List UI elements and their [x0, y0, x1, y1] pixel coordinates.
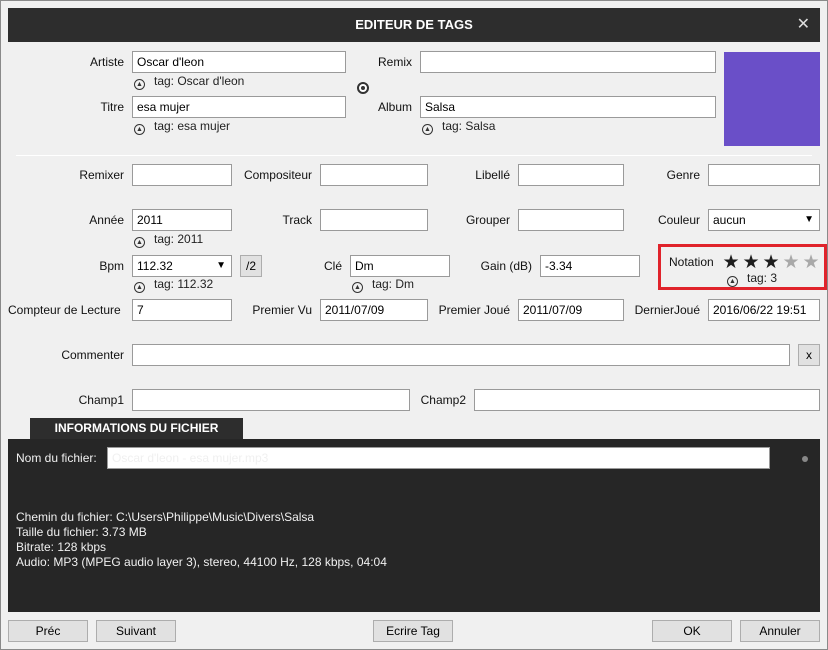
rating-label: Notation — [669, 255, 714, 269]
playcount-label: Compteur de Lecture — [8, 303, 121, 317]
up-arrow-circle-icon[interactable]: ▲ — [134, 124, 145, 135]
tab-file-info[interactable]: INFORMATIONS DU FICHIER — [30, 418, 243, 439]
bpm-select-value: 112.32 — [137, 259, 173, 273]
label-label: Libellé — [475, 168, 510, 182]
bpm-label: Bpm — [99, 259, 124, 273]
field2-label: Champ2 — [420, 393, 466, 407]
option-dot-icon[interactable] — [802, 456, 808, 462]
field2-input[interactable] — [474, 389, 820, 411]
key-tag[interactable]: ▲ tag: Dm — [352, 277, 414, 293]
cancel-button[interactable]: Annuler — [740, 620, 820, 642]
window-title: EDITEUR DE TAGS — [355, 17, 473, 32]
title-tag-text: tag: esa mujer — [154, 119, 231, 133]
remixer-input[interactable] — [132, 164, 232, 186]
up-arrow-circle-icon[interactable]: ▲ — [134, 79, 145, 90]
playcount-input[interactable]: 7 — [132, 299, 232, 321]
up-arrow-circle-icon[interactable]: ▲ — [727, 276, 738, 287]
bpm-tag[interactable]: ▲ tag: 112.32 — [134, 277, 213, 293]
comment-label: Commenter — [61, 348, 124, 362]
field1-input[interactable] — [132, 389, 410, 411]
up-arrow-circle-icon[interactable]: ▲ — [422, 124, 433, 135]
remixer-label: Remixer — [79, 168, 124, 182]
artist-input[interactable]: Oscar d'leon — [132, 51, 346, 73]
rating-stars[interactable]: ★ ★ ★ ★ ★ — [721, 253, 825, 273]
album-tag[interactable]: ▲ tag: Salsa — [422, 119, 495, 135]
color-label: Couleur — [657, 213, 700, 227]
key-input[interactable]: Dm — [350, 255, 450, 277]
label-input[interactable] — [518, 164, 624, 186]
title-input[interactable]: esa mujer — [132, 96, 346, 118]
year-tag[interactable]: ▲ tag: 2011 — [134, 232, 203, 248]
file-audio: Audio: MP3 (MPEG audio layer 3), stereo,… — [16, 555, 387, 569]
next-button[interactable]: Suivant — [96, 620, 176, 642]
remix-label: Remix — [377, 55, 412, 69]
lastplayed-label: DernierJoué — [634, 303, 700, 317]
swap-radio-icon[interactable] — [357, 82, 369, 94]
rating-tag[interactable]: ▲ tag: 3 — [727, 271, 777, 287]
up-arrow-circle-icon[interactable]: ▲ — [352, 282, 363, 293]
comment-input[interactable] — [132, 344, 790, 366]
filename-label: Nom du fichier: — [16, 451, 97, 465]
album-tag-text: tag: Salsa — [442, 119, 496, 133]
field1-label: Champ1 — [78, 393, 124, 407]
title-tag[interactable]: ▲ tag: esa mujer — [134, 119, 230, 135]
star-filled-icon[interactable]: ★ — [721, 253, 741, 272]
firstplayed-input[interactable]: 2011/07/09 — [518, 299, 624, 321]
bpm-select[interactable]: 112.32 ▼ — [132, 255, 232, 277]
file-path: Chemin du fichier: C:\Users\Philippe\Mus… — [16, 510, 315, 524]
star-filled-icon[interactable]: ★ — [741, 253, 761, 272]
close-icon[interactable]: ✕ — [797, 8, 810, 42]
file-info-panel: Nom du fichier: Oscar d'leon - esa mujer… — [8, 439, 820, 612]
album-input[interactable]: Salsa — [420, 96, 716, 118]
file-size: Taille du fichier: 3.73 MB — [16, 525, 147, 539]
prev-button[interactable]: Préc — [8, 620, 88, 642]
genre-label: Genre — [666, 168, 700, 182]
title-label: Titre — [100, 100, 124, 114]
year-input[interactable]: 2011 — [132, 209, 232, 231]
firstseen-label: Premier Vu — [252, 303, 312, 317]
composer-input[interactable] — [320, 164, 428, 186]
album-label: Album — [377, 100, 412, 114]
write-tag-button[interactable]: Ecrire Tag — [373, 620, 453, 642]
remix-input[interactable] — [420, 51, 716, 73]
up-arrow-circle-icon[interactable]: ▲ — [134, 237, 145, 248]
file-bitrate: Bitrate: 128 kbps — [16, 540, 107, 554]
gain-input[interactable]: -3.34 — [540, 255, 640, 277]
chevron-down-icon: ▼ — [804, 214, 814, 225]
rating-tag-text: tag: 3 — [747, 271, 778, 285]
lastplayed-input[interactable]: 2016/06/22 19:51 — [708, 299, 820, 321]
key-label: Clé — [323, 259, 342, 273]
composer-label: Compositeur — [243, 168, 312, 182]
color-select-value: aucun — [713, 213, 746, 227]
ok-button[interactable]: OK — [652, 620, 732, 642]
filename-input[interactable]: Oscar d'leon - esa mujer.mp3 — [107, 447, 770, 469]
album-cover[interactable] — [724, 52, 820, 146]
half-bpm-button[interactable]: /2 — [240, 255, 262, 277]
gain-label: Gain (dB) — [480, 259, 532, 273]
track-label: Track — [282, 213, 312, 227]
artist-tag[interactable]: ▲ tag: Oscar d'leon — [134, 74, 244, 90]
clear-comment-button[interactable]: x — [798, 344, 820, 366]
up-arrow-circle-icon[interactable]: ▲ — [134, 282, 145, 293]
year-tag-text: tag: 2011 — [154, 232, 204, 246]
title-bar: EDITEUR DE TAGS ✕ — [8, 8, 820, 42]
group-input[interactable] — [518, 209, 624, 231]
group-label: Grouper — [465, 213, 510, 227]
key-tag-text: tag: Dm — [372, 277, 415, 291]
track-input[interactable] — [320, 209, 428, 231]
bpm-tag-text: tag: 112.32 — [154, 277, 214, 291]
artist-tag-text: tag: Oscar d'leon — [154, 74, 245, 88]
star-empty-icon[interactable]: ★ — [801, 253, 821, 272]
star-filled-icon[interactable]: ★ — [761, 253, 781, 272]
firstseen-input[interactable]: 2011/07/09 — [320, 299, 428, 321]
color-select[interactable]: aucun ▼ — [708, 209, 820, 231]
separator — [16, 155, 812, 156]
genre-input[interactable] — [708, 164, 820, 186]
artist-label: Artiste — [89, 55, 124, 69]
chevron-down-icon: ▼ — [216, 260, 226, 271]
firstplayed-label: Premier Joué — [438, 303, 510, 317]
year-label: Année — [89, 213, 124, 227]
star-empty-icon[interactable]: ★ — [781, 253, 801, 272]
